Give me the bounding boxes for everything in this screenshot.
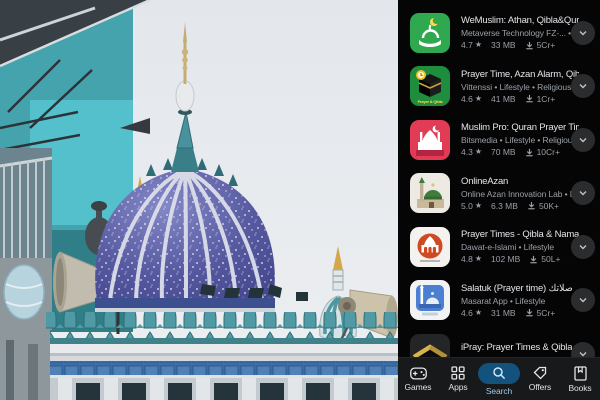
mosque-photo-art xyxy=(0,0,398,400)
nav-label: Apps xyxy=(449,382,468,392)
screenshot-root: WeMuslim: Athan, Qibla&Quran Metaverse T… xyxy=(0,0,600,400)
chevron-down-icon xyxy=(578,242,588,252)
app-size: 31 MB xyxy=(491,307,516,319)
app-downloads: 50L+ xyxy=(541,253,560,265)
books-icon xyxy=(574,366,587,381)
apps-icon xyxy=(451,366,465,380)
search-active-pill xyxy=(478,363,520,384)
app-stats: 4.6★ 31 MB 5Cr+ xyxy=(461,307,579,319)
nav-item-offers[interactable]: Offers xyxy=(520,358,560,400)
download-icon xyxy=(527,201,536,210)
chevron-down-icon xyxy=(578,135,588,145)
app-row-onlineazan[interactable]: OnlineAzan Online Azan Innovation Lab • … xyxy=(398,167,600,221)
nav-label: Books xyxy=(568,383,591,393)
app-stats: 4.3★ 70 MB 10Cr+ xyxy=(461,146,579,158)
app-downloads: 10Cr+ xyxy=(537,146,560,158)
search-results-list: WeMuslim: Athan, Qibla&Quran Metaverse T… xyxy=(398,0,600,400)
app-downloads: 5Cr+ xyxy=(537,39,556,51)
app-stats: 4.6★ 41 MB 1Cr+ xyxy=(461,93,579,105)
app-icon-wemuslim xyxy=(410,13,450,53)
app-subtitle: Masarat App • Lifestyle xyxy=(461,295,579,307)
app-title: Muslim Pro: Quran Prayer Times xyxy=(461,121,579,134)
app-row-muslim-pro[interactable]: Muslim Pro: Quran Prayer Times Bitsmedia… xyxy=(398,113,600,167)
app-size: 102 MB xyxy=(491,253,520,265)
app-stats: 4.8★ 102 MB 50L+ xyxy=(461,253,579,265)
download-icon xyxy=(525,41,534,50)
app-title: WeMuslim: Athan, Qibla&Quran xyxy=(461,14,579,27)
nav-item-books[interactable]: Books xyxy=(560,358,600,400)
nav-label: Offers xyxy=(529,382,551,392)
expand-chevron-button[interactable] xyxy=(571,21,595,45)
app-stats: 5.0★ 6.3 MB 50K+ xyxy=(461,200,579,212)
app-row-prayer-time-azan[interactable]: Prayer & Qibla Prayer Time, Azan Alarm, … xyxy=(398,60,600,114)
app-rating: 4.8 xyxy=(461,253,473,265)
app-rating: 4.7 xyxy=(461,39,473,51)
app-rating: 4.3 xyxy=(461,146,473,158)
expand-chevron-button[interactable] xyxy=(571,128,595,152)
app-subtitle: Online Azan Innovation Lab • Events xyxy=(461,188,579,200)
download-icon xyxy=(525,148,534,157)
app-downloads: 5Cr+ xyxy=(537,307,556,319)
app-row-wemuslim[interactable]: WeMuslim: Athan, Qibla&Quran Metaverse T… xyxy=(398,6,600,60)
parapet xyxy=(0,312,398,400)
chevron-down-icon xyxy=(578,188,588,198)
app-stats: 4.7★ 33 MB 5Cr+ xyxy=(461,39,579,51)
star-icon: ★ xyxy=(475,200,482,212)
app-size: 41 MB xyxy=(491,93,516,105)
app-row-salatuk[interactable]: Salatuk (Prayer time) صلاتك Masarat App … xyxy=(398,274,600,328)
app-icon-prayer-times-namaz xyxy=(410,227,450,267)
download-icon xyxy=(529,255,538,264)
expand-chevron-button[interactable] xyxy=(571,235,595,259)
app-rating: 4.6 xyxy=(461,93,473,105)
app-icon-prayer-time-azan: Prayer & Qibla xyxy=(410,66,450,106)
playstore-panel: WeMuslim: Athan, Qibla&Quran Metaverse T… xyxy=(398,0,600,400)
star-icon: ★ xyxy=(475,307,482,319)
chevron-down-icon xyxy=(578,28,588,38)
games-icon xyxy=(410,367,427,380)
app-icon-caption: Prayer & Qibla xyxy=(410,99,450,104)
nav-item-games[interactable]: Games xyxy=(398,358,438,400)
app-icon-muslim-pro xyxy=(410,120,450,160)
expand-chevron-button[interactable] xyxy=(571,74,595,98)
nav-item-search[interactable]: Search xyxy=(478,358,520,400)
app-subtitle: Dawat-e-Islami • Lifestyle xyxy=(461,241,579,253)
chevron-down-icon xyxy=(578,295,588,305)
app-downloads: 50K+ xyxy=(539,200,559,212)
expand-chevron-button[interactable] xyxy=(571,288,595,312)
app-size: 70 MB xyxy=(491,146,516,158)
app-row-prayer-times-namaz[interactable]: Prayer Times - Qibla & Namaz Dawat-e-Isl… xyxy=(398,220,600,274)
chevron-down-icon xyxy=(578,81,588,91)
app-size: 6.3 MB xyxy=(491,200,518,212)
app-icon-salatuk xyxy=(410,280,450,320)
app-icon-onlineazan xyxy=(410,173,450,213)
download-icon xyxy=(525,94,534,103)
app-downloads: 1Cr+ xyxy=(537,93,556,105)
offers-icon xyxy=(533,366,547,380)
star-icon: ★ xyxy=(475,39,482,51)
app-size: 33 MB xyxy=(491,39,516,51)
nav-item-apps[interactable]: Apps xyxy=(438,358,478,400)
app-title: OnlineAzan xyxy=(461,175,579,188)
search-icon xyxy=(492,366,506,380)
app-subtitle: Bitsmedia • Lifestyle • Religious text xyxy=(461,134,579,146)
bottom-nav: Games Apps Search xyxy=(398,357,600,400)
app-rating: 4.6 xyxy=(461,307,473,319)
app-title: Salatuk (Prayer time) صلاتك xyxy=(461,282,579,295)
app-rating: 5.0 xyxy=(461,200,473,212)
star-icon: ★ xyxy=(475,93,482,105)
download-icon xyxy=(525,308,534,317)
star-icon: ★ xyxy=(475,253,482,265)
star-icon: ★ xyxy=(475,146,482,158)
nav-label: Search xyxy=(486,386,512,396)
app-subtitle: Metaverse Technology FZ-... • Lifestyle xyxy=(461,27,579,39)
app-title: Prayer Time, Azan Alarm, Qibla xyxy=(461,68,579,81)
app-subtitle: Vittenssi • Lifestyle • Religious text xyxy=(461,81,579,93)
app-title: iPray: Prayer Times & Qibla xyxy=(461,341,579,354)
nav-label: Games xyxy=(405,382,432,392)
expand-chevron-button[interactable] xyxy=(571,181,595,205)
mosque-photo xyxy=(0,0,398,400)
app-title: Prayer Times - Qibla & Namaz xyxy=(461,228,579,241)
